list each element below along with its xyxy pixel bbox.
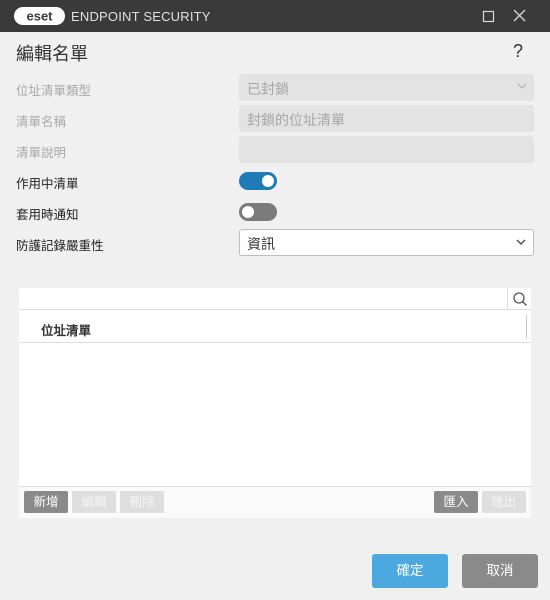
list-name-label: 清單名稱 bbox=[16, 114, 67, 129]
list-description-field bbox=[239, 136, 534, 163]
toggle-knob bbox=[242, 206, 254, 218]
search-input[interactable] bbox=[19, 288, 531, 310]
logo-text: eset bbox=[26, 9, 53, 24]
column-divider bbox=[526, 315, 527, 339]
search-button[interactable] bbox=[507, 288, 531, 310]
list-description-label: 清單說明 bbox=[16, 145, 67, 160]
search-icon bbox=[513, 292, 527, 306]
chevron-down-icon bbox=[517, 83, 527, 89]
notify-on-apply-toggle[interactable] bbox=[239, 203, 277, 221]
app-title: ENDPOINT SECURITY bbox=[71, 9, 211, 24]
eset-logo: eset bbox=[14, 7, 65, 25]
close-button[interactable] bbox=[502, 0, 536, 32]
chevron-down-icon bbox=[516, 239, 526, 245]
column-header-label: 位址清單 bbox=[41, 323, 92, 338]
list-type-select: 已封鎖 bbox=[239, 74, 534, 101]
log-severity-value: 資訊 bbox=[247, 237, 275, 253]
list-name-field: 封鎖的位址清單 bbox=[239, 105, 534, 132]
export-button: 匯出 bbox=[482, 491, 526, 513]
log-severity-label: 防護記錄嚴重性 bbox=[16, 238, 104, 253]
ok-button[interactable]: 確定 bbox=[372, 554, 448, 588]
toggle-knob bbox=[262, 175, 274, 187]
add-button[interactable]: 新增 bbox=[24, 491, 68, 513]
delete-button: 刪除 bbox=[120, 491, 164, 513]
dialog-title: 編輯名單 bbox=[16, 44, 88, 65]
active-list-toggle[interactable] bbox=[239, 172, 277, 190]
notify-on-apply-label: 套用時通知 bbox=[16, 207, 79, 222]
maximize-icon bbox=[482, 10, 495, 23]
list-type-label: 位址清單類型 bbox=[16, 83, 92, 98]
import-button[interactable]: 匯入 bbox=[434, 491, 478, 513]
active-list-label: 作用中清單 bbox=[16, 176, 79, 191]
cancel-button[interactable]: 取消 bbox=[462, 554, 538, 588]
maximize-button[interactable] bbox=[472, 0, 506, 32]
close-icon bbox=[513, 9, 526, 22]
address-list-body[interactable] bbox=[19, 344, 531, 486]
list-type-value: 已封鎖 bbox=[247, 82, 289, 98]
address-list-panel: 位址清單 新增 編輯 刪除 匯入 匯出 bbox=[19, 288, 531, 518]
help-button[interactable]: ? bbox=[513, 41, 523, 62]
list-toolbar: 新增 編輯 刪除 匯入 匯出 bbox=[19, 486, 531, 518]
log-severity-select[interactable]: 資訊 bbox=[239, 229, 534, 256]
column-header-address-list[interactable]: 位址清單 bbox=[19, 311, 531, 343]
edit-button: 編輯 bbox=[72, 491, 116, 513]
window-titlebar: eset ENDPOINT SECURITY bbox=[0, 0, 550, 32]
